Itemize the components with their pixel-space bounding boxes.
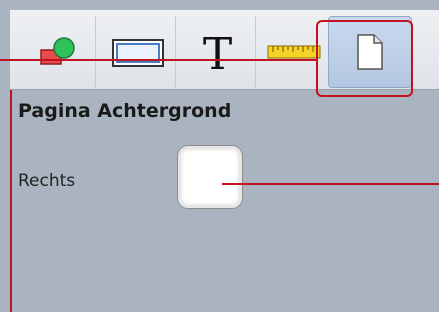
callout-line-toolbar [0,59,316,61]
text-button[interactable]: T [180,16,256,88]
text-icon: T [202,29,233,80]
rectangle-button[interactable] [100,16,176,88]
callout-line-swatch [222,183,439,185]
shapes-icon [39,37,75,65]
callout-box-page-button [316,20,413,97]
shapes-button[interactable] [20,16,96,88]
rectangle-icon [111,39,164,67]
panel-title: Pagina Achtergrond [18,100,232,122]
background-right-label: Rechts [18,171,76,191]
color-swatch-right[interactable] [178,146,242,208]
